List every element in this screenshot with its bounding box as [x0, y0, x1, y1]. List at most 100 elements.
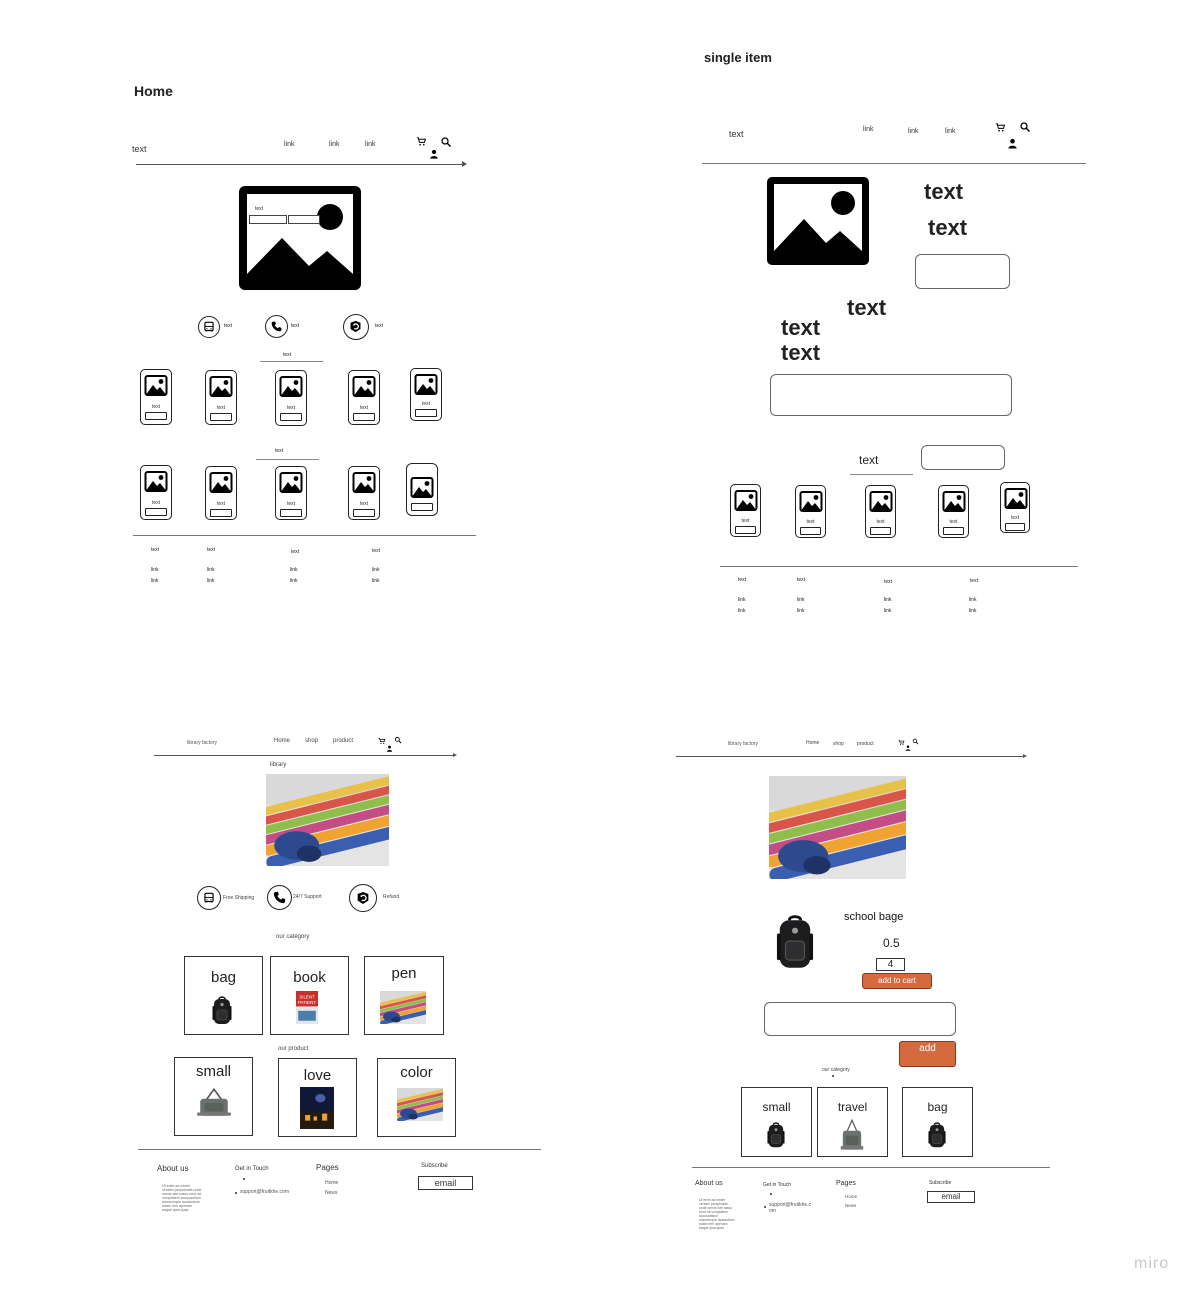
home-nav-link-3[interactable]: link: [365, 141, 376, 148]
card-button[interactable]: [870, 527, 891, 535]
footer-pages-home[interactable]: Home: [845, 1194, 857, 1199]
card-button[interactable]: [145, 508, 167, 516]
footer-link[interactable]: link: [207, 567, 215, 573]
footer-support-email[interactable]: support@fruitkhe.com: [240, 1189, 292, 1195]
single-qty-input[interactable]: [915, 254, 1010, 289]
footer-pages-home[interactable]: Home: [325, 1180, 338, 1186]
product-card[interactable]: text: [348, 466, 380, 520]
search-icon[interactable]: [440, 136, 452, 148]
card-button[interactable]: [800, 527, 821, 535]
single-nav-link-2[interactable]: link: [908, 128, 919, 135]
footer-support-email[interactable]: support@fruitkhe.com: [769, 1202, 813, 1214]
product-card[interactable]: text: [205, 466, 237, 520]
card-button[interactable]: [943, 527, 964, 535]
single-footer-divider: [720, 566, 1078, 567]
cart-icon[interactable]: [995, 122, 1006, 133]
product-card[interactable]: text: [205, 370, 237, 425]
product-color[interactable]: color: [377, 1058, 456, 1137]
user-icon[interactable]: [429, 149, 439, 159]
nav-shop[interactable]: shop: [305, 738, 318, 744]
nav-product[interactable]: product: [857, 741, 874, 747]
home-nav-link-2[interactable]: link: [329, 141, 340, 148]
product-card[interactable]: text: [275, 370, 307, 426]
card-button[interactable]: [210, 509, 232, 517]
category-bag[interactable]: bag: [902, 1087, 973, 1157]
card-button[interactable]: [145, 412, 167, 420]
category-travel[interactable]: travel: [817, 1087, 888, 1157]
search-icon[interactable]: [394, 736, 402, 744]
footer-email-input[interactable]: email: [927, 1191, 975, 1203]
nav-product[interactable]: product: [333, 738, 353, 744]
card-button[interactable]: [280, 413, 302, 421]
card-button[interactable]: [353, 413, 375, 421]
category-small[interactable]: small: [741, 1087, 812, 1157]
user-icon[interactable]: [905, 745, 911, 751]
product-card[interactable]: [406, 463, 438, 516]
product-page-brand[interactable]: library factory: [728, 741, 758, 747]
review-textarea[interactable]: [764, 1002, 956, 1036]
footer-link[interactable]: link: [372, 567, 380, 573]
single-nav-link-1[interactable]: link: [863, 126, 874, 133]
product-card[interactable]: text: [348, 370, 380, 425]
card-button[interactable]: [735, 526, 756, 534]
footer-link[interactable]: link: [290, 567, 298, 573]
quantity-input[interactable]: 4: [876, 958, 905, 971]
card-button[interactable]: [210, 413, 232, 421]
footer-link[interactable]: link: [969, 597, 977, 603]
add-to-cart-button[interactable]: add to cart: [862, 973, 932, 989]
category-pen[interactable]: pen: [364, 956, 444, 1035]
product-card[interactable]: text: [140, 369, 172, 425]
home-brand[interactable]: text: [132, 144, 147, 154]
single-nav-link-3[interactable]: link: [945, 128, 956, 135]
footer-link[interactable]: link: [884, 597, 892, 603]
footer-about-text: Ut enim ad minim veniam perspiciatis und…: [699, 1198, 735, 1230]
footer-pages-news[interactable]: News: [325, 1190, 338, 1196]
cart-icon[interactable]: [378, 737, 386, 745]
search-icon[interactable]: [1019, 121, 1031, 133]
footer-link[interactable]: link: [372, 578, 380, 584]
footer-link[interactable]: link: [290, 578, 298, 584]
add-button[interactable]: add: [899, 1041, 956, 1067]
category-book[interactable]: book: [270, 956, 349, 1035]
card-button[interactable]: [411, 503, 433, 511]
nav-home[interactable]: Home: [806, 740, 819, 746]
category-bag[interactable]: bag: [184, 956, 263, 1035]
product-card[interactable]: text: [795, 485, 826, 538]
footer-link[interactable]: link: [738, 597, 746, 603]
card-button[interactable]: [353, 509, 375, 517]
footer-link[interactable]: link: [969, 608, 977, 614]
product-card[interactable]: text: [730, 484, 761, 537]
footer-link[interactable]: link: [207, 578, 215, 584]
card-button[interactable]: [415, 409, 437, 417]
home-nav-link-1[interactable]: link: [284, 141, 295, 148]
footer-email-input[interactable]: email: [418, 1176, 473, 1190]
search-icon[interactable]: [912, 738, 919, 745]
footer-link[interactable]: link: [884, 608, 892, 614]
product-love[interactable]: love: [278, 1058, 357, 1137]
single-brand[interactable]: text: [729, 129, 744, 139]
footer-link[interactable]: link: [797, 597, 805, 603]
product-small[interactable]: small: [174, 1057, 253, 1136]
footer-link[interactable]: link: [151, 578, 159, 584]
product-card[interactable]: text: [275, 466, 307, 520]
footer-link[interactable]: link: [151, 567, 159, 573]
user-icon[interactable]: [386, 745, 393, 752]
product-card[interactable]: text: [410, 368, 442, 421]
related-button[interactable]: [921, 445, 1005, 470]
cart-icon[interactable]: [898, 739, 905, 746]
single-review-textarea[interactable]: [770, 374, 1012, 416]
library-brand[interactable]: library factory: [187, 740, 217, 746]
product-card[interactable]: text: [140, 465, 172, 520]
product-card[interactable]: text: [865, 485, 896, 538]
nav-shop[interactable]: shop: [833, 741, 844, 747]
product-card[interactable]: text: [938, 485, 969, 538]
card-button[interactable]: [280, 509, 302, 517]
user-icon[interactable]: [1007, 138, 1018, 149]
footer-pages-news[interactable]: News: [845, 1203, 856, 1208]
footer-link[interactable]: link: [738, 608, 746, 614]
card-button[interactable]: [1005, 523, 1025, 531]
nav-home[interactable]: Home: [274, 738, 290, 744]
cart-icon[interactable]: [416, 136, 427, 147]
footer-link[interactable]: link: [797, 608, 805, 614]
product-card[interactable]: text: [1000, 482, 1030, 533]
